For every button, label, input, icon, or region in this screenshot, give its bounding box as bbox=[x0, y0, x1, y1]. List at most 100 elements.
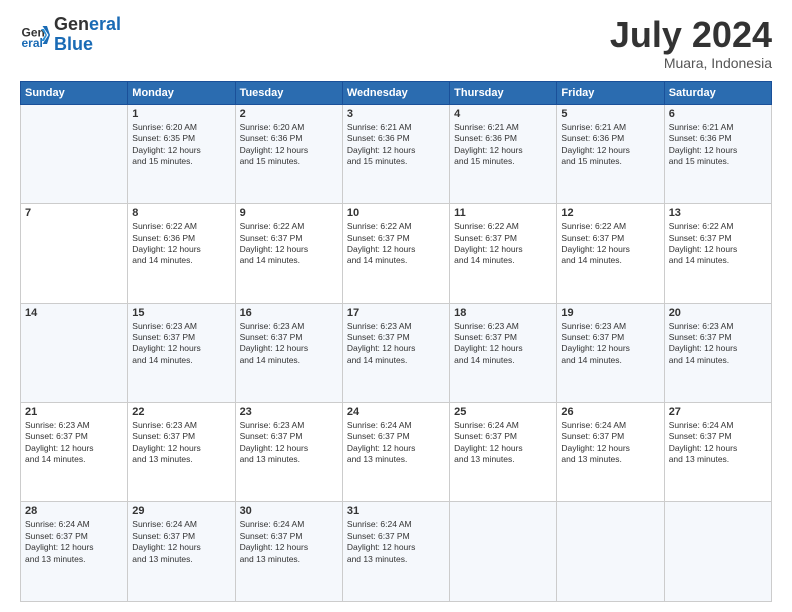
calendar-cell: 27Sunrise: 6:24 AM Sunset: 6:37 PM Dayli… bbox=[664, 403, 771, 502]
day-info: Sunrise: 6:24 AM Sunset: 6:37 PM Dayligh… bbox=[25, 519, 123, 565]
logo: Gen eral General Blue bbox=[20, 15, 121, 55]
calendar-cell: 1 Sunrise: 6:20 AM Sunset: 6:35 PM Daylig… bbox=[128, 104, 235, 203]
day-number: 8 bbox=[132, 207, 230, 219]
day-number: 19 bbox=[561, 307, 659, 319]
day-number: 24 bbox=[347, 406, 445, 418]
day-number: 27 bbox=[669, 406, 767, 418]
calendar-cell: 21 Sunrise: 6:23 AM Sunset: 6:37 PM Dayli… bbox=[21, 403, 128, 502]
day-number: 31 bbox=[347, 505, 445, 517]
day-info: Sunrise: 6:24 AM Sunset: 6:37 PM Dayligh… bbox=[561, 420, 659, 466]
calendar-week: 78 Sunrise: 6:22 AM Sunset: 6:36 PM Dayli… bbox=[21, 204, 772, 303]
calendar: SundayMondayTuesdayWednesdayThursdayFrid… bbox=[20, 81, 772, 602]
logo-text: General Blue bbox=[54, 15, 121, 55]
calendar-cell: 18 Sunrise: 6:23 AM Sunset: 6:37 PM Dayli… bbox=[450, 303, 557, 402]
weekday-header: Sunday bbox=[21, 81, 128, 104]
day-info: Sunrise: 6:20 AM Sunset: 6:36 PM Dayligh… bbox=[240, 122, 338, 168]
day-info: Sunrise: 6:23 AM Sunset: 6:37 PM Dayligh… bbox=[132, 420, 230, 466]
calendar-cell: 29Sunrise: 6:24 AM Sunset: 6:37 PM Dayli… bbox=[128, 502, 235, 602]
weekday-header: Wednesday bbox=[342, 81, 449, 104]
day-info: Sunrise: 6:23 AM Sunset: 6:37 PM Dayligh… bbox=[347, 321, 445, 367]
calendar-cell: 30Sunrise: 6:24 AM Sunset: 6:37 PM Dayli… bbox=[235, 502, 342, 602]
calendar-cell: 24 Sunrise: 6:24 AM Sunset: 6:37 PM Dayli… bbox=[342, 403, 449, 502]
day-info: Sunrise: 6:22 AM Sunset: 6:37 PM Dayligh… bbox=[347, 221, 445, 267]
location: Muara, Indonesia bbox=[610, 55, 772, 71]
day-info: Sunrise: 6:24 AM Sunset: 6:37 PM Dayligh… bbox=[132, 519, 230, 565]
calendar-cell bbox=[21, 104, 128, 203]
calendar-cell: 3 Sunrise: 6:21 AM Sunset: 6:36 PM Daylig… bbox=[342, 104, 449, 203]
day-number: 17 bbox=[347, 307, 445, 319]
calendar-cell: 6 Sunrise: 6:21 AM Sunset: 6:36 PM Daylig… bbox=[664, 104, 771, 203]
day-info: Sunrise: 6:23 AM Sunset: 6:37 PM Dayligh… bbox=[561, 321, 659, 367]
day-number: 16 bbox=[240, 307, 338, 319]
logo-icon: Gen eral bbox=[20, 20, 50, 50]
day-number: 15 bbox=[132, 307, 230, 319]
day-number: 11 bbox=[454, 207, 552, 219]
day-info: Sunrise: 6:21 AM Sunset: 6:36 PM Dayligh… bbox=[669, 122, 767, 168]
calendar-cell: 25Sunrise: 6:24 AM Sunset: 6:37 PM Dayli… bbox=[450, 403, 557, 502]
day-info: Sunrise: 6:22 AM Sunset: 6:36 PM Dayligh… bbox=[132, 221, 230, 267]
weekday-header: Friday bbox=[557, 81, 664, 104]
calendar-body: 1 Sunrise: 6:20 AM Sunset: 6:35 PM Daylig… bbox=[21, 104, 772, 601]
calendar-cell: 19 Sunrise: 6:23 AM Sunset: 6:37 PM Dayli… bbox=[557, 303, 664, 402]
calendar-week: 28 Sunrise: 6:24 AM Sunset: 6:37 PM Dayli… bbox=[21, 502, 772, 602]
day-number: 7 bbox=[25, 207, 123, 219]
page: Gen eral General Blue July 2024 Muara, I… bbox=[0, 0, 792, 612]
calendar-cell bbox=[450, 502, 557, 602]
calendar-header: SundayMondayTuesdayWednesdayThursdayFrid… bbox=[21, 81, 772, 104]
day-info: Sunrise: 6:20 AM Sunset: 6:35 PM Dayligh… bbox=[132, 122, 230, 168]
calendar-cell: 12 Sunrise: 6:22 AM Sunset: 6:37 PM Dayli… bbox=[557, 204, 664, 303]
day-info: Sunrise: 6:22 AM Sunset: 6:37 PM Dayligh… bbox=[561, 221, 659, 267]
day-number: 3 bbox=[347, 108, 445, 120]
day-number: 12 bbox=[561, 207, 659, 219]
day-info: Sunrise: 6:22 AM Sunset: 6:37 PM Dayligh… bbox=[240, 221, 338, 267]
calendar-cell: 17 Sunrise: 6:23 AM Sunset: 6:37 PM Dayli… bbox=[342, 303, 449, 402]
calendar-cell: 2 Sunrise: 6:20 AM Sunset: 6:36 PM Daylig… bbox=[235, 104, 342, 203]
day-info: Sunrise: 6:24 AM Sunset: 6:37 PM Dayligh… bbox=[347, 519, 445, 565]
calendar-cell: 13Sunrise: 6:22 AM Sunset: 6:37 PM Dayli… bbox=[664, 204, 771, 303]
svg-text:eral: eral bbox=[22, 36, 43, 50]
weekday-header: Tuesday bbox=[235, 81, 342, 104]
calendar-week: 1 Sunrise: 6:20 AM Sunset: 6:35 PM Daylig… bbox=[21, 104, 772, 203]
day-number: 2 bbox=[240, 108, 338, 120]
day-number: 13 bbox=[669, 207, 767, 219]
day-number: 4 bbox=[454, 108, 552, 120]
day-info: Sunrise: 6:23 AM Sunset: 6:37 PM Dayligh… bbox=[454, 321, 552, 367]
day-number: 30 bbox=[240, 505, 338, 517]
calendar-cell: 14 bbox=[21, 303, 128, 402]
day-number: 25 bbox=[454, 406, 552, 418]
day-info: Sunrise: 6:23 AM Sunset: 6:37 PM Dayligh… bbox=[25, 420, 123, 466]
calendar-cell: 16 Sunrise: 6:23 AM Sunset: 6:37 PM Dayli… bbox=[235, 303, 342, 402]
day-number: 10 bbox=[347, 207, 445, 219]
day-info: Sunrise: 6:23 AM Sunset: 6:37 PM Dayligh… bbox=[240, 420, 338, 466]
day-info: Sunrise: 6:24 AM Sunset: 6:37 PM Dayligh… bbox=[347, 420, 445, 466]
day-number: 28 bbox=[25, 505, 123, 517]
calendar-cell: 4 Sunrise: 6:21 AM Sunset: 6:36 PM Daylig… bbox=[450, 104, 557, 203]
day-number: 22 bbox=[132, 406, 230, 418]
month-title: July 2024 bbox=[610, 15, 772, 55]
day-info: Sunrise: 6:23 AM Sunset: 6:37 PM Dayligh… bbox=[669, 321, 767, 367]
calendar-cell bbox=[557, 502, 664, 602]
calendar-cell: 31 Sunrise: 6:24 AM Sunset: 6:37 PM Dayli… bbox=[342, 502, 449, 602]
calendar-cell bbox=[664, 502, 771, 602]
title-block: July 2024 Muara, Indonesia bbox=[610, 15, 772, 71]
calendar-cell: 22 Sunrise: 6:23 AM Sunset: 6:37 PM Dayli… bbox=[128, 403, 235, 502]
day-info: Sunrise: 6:21 AM Sunset: 6:36 PM Dayligh… bbox=[454, 122, 552, 168]
day-number: 1 bbox=[132, 108, 230, 120]
day-number: 23 bbox=[240, 406, 338, 418]
calendar-table: SundayMondayTuesdayWednesdayThursdayFrid… bbox=[20, 81, 772, 602]
calendar-cell: 5Sunrise: 6:21 AM Sunset: 6:36 PM Daylig… bbox=[557, 104, 664, 203]
calendar-week: 21 Sunrise: 6:23 AM Sunset: 6:37 PM Dayli… bbox=[21, 403, 772, 502]
calendar-cell: 10 Sunrise: 6:22 AM Sunset: 6:37 PM Dayli… bbox=[342, 204, 449, 303]
weekday-header: Saturday bbox=[664, 81, 771, 104]
day-number: 14 bbox=[25, 307, 123, 319]
day-number: 21 bbox=[25, 406, 123, 418]
calendar-cell: 28 Sunrise: 6:24 AM Sunset: 6:37 PM Dayli… bbox=[21, 502, 128, 602]
day-info: Sunrise: 6:23 AM Sunset: 6:37 PM Dayligh… bbox=[240, 321, 338, 367]
day-info: Sunrise: 6:21 AM Sunset: 6:36 PM Dayligh… bbox=[561, 122, 659, 168]
weekday-header: Monday bbox=[128, 81, 235, 104]
day-info: Sunrise: 6:21 AM Sunset: 6:36 PM Dayligh… bbox=[347, 122, 445, 168]
day-number: 6 bbox=[669, 108, 767, 120]
calendar-cell: 20Sunrise: 6:23 AM Sunset: 6:37 PM Dayli… bbox=[664, 303, 771, 402]
day-number: 18 bbox=[454, 307, 552, 319]
day-info: Sunrise: 6:23 AM Sunset: 6:37 PM Dayligh… bbox=[132, 321, 230, 367]
